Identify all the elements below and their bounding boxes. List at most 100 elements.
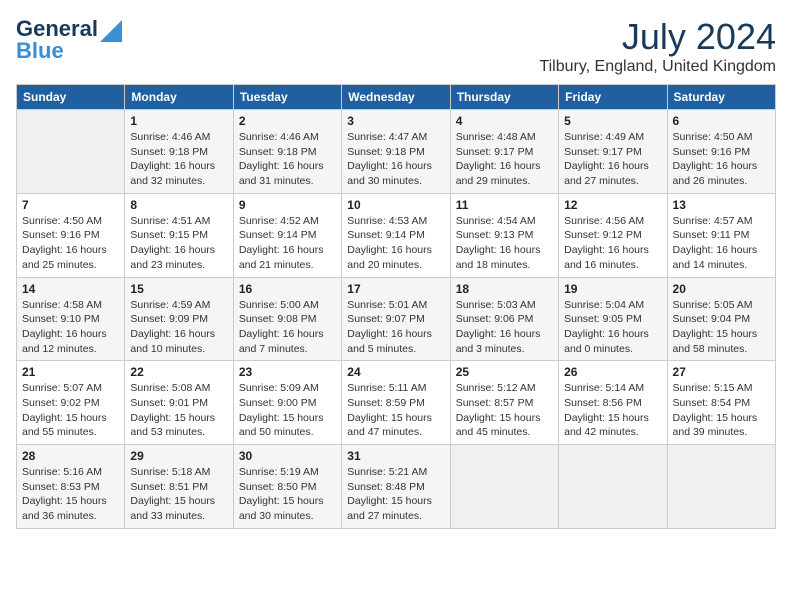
calendar-cell: 8 Sunrise: 4:51 AM Sunset: 9:15 PM Daylig…: [125, 193, 233, 277]
day-number: 25: [456, 365, 553, 379]
day-number: 17: [347, 282, 444, 296]
calendar-cell: 22 Sunrise: 5:08 AM Sunset: 9:01 PM Dayli…: [125, 361, 233, 445]
day-number: 1: [130, 114, 227, 128]
calendar-cell: 23 Sunrise: 5:09 AM Sunset: 9:00 PM Dayli…: [233, 361, 341, 445]
calendar-cell: [559, 445, 667, 529]
day-info: Sunrise: 5:07 AM Sunset: 9:02 PM Dayligh…: [22, 381, 119, 440]
day-number: 16: [239, 282, 336, 296]
calendar-cell: 11 Sunrise: 4:54 AM Sunset: 9:13 PM Dayli…: [450, 193, 558, 277]
calendar-table: SundayMondayTuesdayWednesdayThursdayFrid…: [16, 84, 776, 529]
day-info: Sunrise: 5:03 AM Sunset: 9:06 PM Dayligh…: [456, 298, 553, 357]
calendar-cell: [667, 445, 775, 529]
day-number: 30: [239, 449, 336, 463]
day-info: Sunrise: 5:08 AM Sunset: 9:01 PM Dayligh…: [130, 381, 227, 440]
day-info: Sunrise: 5:04 AM Sunset: 9:05 PM Dayligh…: [564, 298, 661, 357]
day-number: 13: [673, 198, 770, 212]
day-info: Sunrise: 4:52 AM Sunset: 9:14 PM Dayligh…: [239, 214, 336, 273]
day-number: 27: [673, 365, 770, 379]
header-day-wednesday: Wednesday: [342, 85, 450, 110]
calendar-cell: 29 Sunrise: 5:18 AM Sunset: 8:51 PM Dayli…: [125, 445, 233, 529]
day-info: Sunrise: 5:18 AM Sunset: 8:51 PM Dayligh…: [130, 465, 227, 524]
calendar-cell: 13Sunrise: 4:57 AM Sunset: 9:11 PM Dayli…: [667, 193, 775, 277]
day-number: 5: [564, 114, 661, 128]
day-info: Sunrise: 4:54 AM Sunset: 9:13 PM Dayligh…: [456, 214, 553, 273]
day-info: Sunrise: 5:21 AM Sunset: 8:48 PM Dayligh…: [347, 465, 444, 524]
day-number: 20: [673, 282, 770, 296]
day-number: 15: [130, 282, 227, 296]
day-info: Sunrise: 5:16 AM Sunset: 8:53 PM Dayligh…: [22, 465, 119, 524]
day-info: Sunrise: 5:11 AM Sunset: 8:59 PM Dayligh…: [347, 381, 444, 440]
logo-blue: Blue: [16, 38, 64, 64]
day-number: 12: [564, 198, 661, 212]
day-number: 14: [22, 282, 119, 296]
calendar-cell: 19 Sunrise: 5:04 AM Sunset: 9:05 PM Dayli…: [559, 277, 667, 361]
page-header: General Blue July 2024 Tilbury, England,…: [16, 16, 776, 76]
calendar-cell: 7Sunrise: 4:50 AM Sunset: 9:16 PM Daylig…: [17, 193, 125, 277]
day-info: Sunrise: 5:12 AM Sunset: 8:57 PM Dayligh…: [456, 381, 553, 440]
calendar-cell: 12 Sunrise: 4:56 AM Sunset: 9:12 PM Dayli…: [559, 193, 667, 277]
week-row-1: 1 Sunrise: 4:46 AM Sunset: 9:18 PM Daylig…: [17, 110, 776, 194]
day-number: 28: [22, 449, 119, 463]
day-info: Sunrise: 4:47 AM Sunset: 9:18 PM Dayligh…: [347, 130, 444, 189]
title-section: July 2024 Tilbury, England, United Kingd…: [539, 16, 776, 76]
week-row-4: 21 Sunrise: 5:07 AM Sunset: 9:02 PM Dayli…: [17, 361, 776, 445]
location-subtitle: Tilbury, England, United Kingdom: [539, 58, 776, 76]
logo: General Blue: [16, 16, 122, 64]
calendar-cell: 5 Sunrise: 4:49 AM Sunset: 9:17 PM Daylig…: [559, 110, 667, 194]
day-info: Sunrise: 5:09 AM Sunset: 9:00 PM Dayligh…: [239, 381, 336, 440]
header-row: SundayMondayTuesdayWednesdayThursdayFrid…: [17, 85, 776, 110]
day-number: 3: [347, 114, 444, 128]
day-number: 26: [564, 365, 661, 379]
day-number: 29: [130, 449, 227, 463]
day-number: 19: [564, 282, 661, 296]
calendar-cell: 28 Sunrise: 5:16 AM Sunset: 8:53 PM Dayli…: [17, 445, 125, 529]
header-day-sunday: Sunday: [17, 85, 125, 110]
calendar-cell: 26 Sunrise: 5:14 AM Sunset: 8:56 PM Dayli…: [559, 361, 667, 445]
day-info: Sunrise: 4:56 AM Sunset: 9:12 PM Dayligh…: [564, 214, 661, 273]
day-number: 21: [22, 365, 119, 379]
calendar-cell: 31Sunrise: 5:21 AM Sunset: 8:48 PM Dayli…: [342, 445, 450, 529]
calendar-cell: 9Sunrise: 4:52 AM Sunset: 9:14 PM Daylig…: [233, 193, 341, 277]
header-day-tuesday: Tuesday: [233, 85, 341, 110]
day-info: Sunrise: 4:50 AM Sunset: 9:16 PM Dayligh…: [22, 214, 119, 273]
calendar-cell: 25 Sunrise: 5:12 AM Sunset: 8:57 PM Dayli…: [450, 361, 558, 445]
day-info: Sunrise: 5:05 AM Sunset: 9:04 PM Dayligh…: [673, 298, 770, 357]
day-info: Sunrise: 4:46 AM Sunset: 9:18 PM Dayligh…: [130, 130, 227, 189]
day-number: 8: [130, 198, 227, 212]
day-info: Sunrise: 4:49 AM Sunset: 9:17 PM Dayligh…: [564, 130, 661, 189]
calendar-cell: 10 Sunrise: 4:53 AM Sunset: 9:14 PM Dayli…: [342, 193, 450, 277]
day-number: 24: [347, 365, 444, 379]
day-info: Sunrise: 5:00 AM Sunset: 9:08 PM Dayligh…: [239, 298, 336, 357]
header-day-monday: Monday: [125, 85, 233, 110]
day-info: Sunrise: 5:19 AM Sunset: 8:50 PM Dayligh…: [239, 465, 336, 524]
calendar-cell: 24 Sunrise: 5:11 AM Sunset: 8:59 PM Dayli…: [342, 361, 450, 445]
calendar-cell: 18 Sunrise: 5:03 AM Sunset: 9:06 PM Dayli…: [450, 277, 558, 361]
day-number: 22: [130, 365, 227, 379]
day-info: Sunrise: 5:14 AM Sunset: 8:56 PM Dayligh…: [564, 381, 661, 440]
calendar-cell: 2 Sunrise: 4:46 AM Sunset: 9:18 PM Daylig…: [233, 110, 341, 194]
header-day-thursday: Thursday: [450, 85, 558, 110]
day-number: 6: [673, 114, 770, 128]
calendar-cell: 6 Sunrise: 4:50 AM Sunset: 9:16 PM Daylig…: [667, 110, 775, 194]
day-info: Sunrise: 4:46 AM Sunset: 9:18 PM Dayligh…: [239, 130, 336, 189]
day-number: 18: [456, 282, 553, 296]
day-number: 10: [347, 198, 444, 212]
calendar-cell: 4Sunrise: 4:48 AM Sunset: 9:17 PM Daylig…: [450, 110, 558, 194]
calendar-cell: 14Sunrise: 4:58 AM Sunset: 9:10 PM Dayli…: [17, 277, 125, 361]
day-info: Sunrise: 4:50 AM Sunset: 9:16 PM Dayligh…: [673, 130, 770, 189]
logo-icon: [100, 20, 122, 42]
day-number: 23: [239, 365, 336, 379]
day-info: Sunrise: 4:53 AM Sunset: 9:14 PM Dayligh…: [347, 214, 444, 273]
calendar-cell: 15 Sunrise: 4:59 AM Sunset: 9:09 PM Dayli…: [125, 277, 233, 361]
month-year-title: July 2024: [539, 16, 776, 58]
header-day-friday: Friday: [559, 85, 667, 110]
day-number: 11: [456, 198, 553, 212]
day-number: 2: [239, 114, 336, 128]
calendar-cell: [17, 110, 125, 194]
calendar-cell: 17Sunrise: 5:01 AM Sunset: 9:07 PM Dayli…: [342, 277, 450, 361]
day-info: Sunrise: 4:59 AM Sunset: 9:09 PM Dayligh…: [130, 298, 227, 357]
calendar-cell: 3 Sunrise: 4:47 AM Sunset: 9:18 PM Daylig…: [342, 110, 450, 194]
header-day-saturday: Saturday: [667, 85, 775, 110]
calendar-cell: 27Sunrise: 5:15 AM Sunset: 8:54 PM Dayli…: [667, 361, 775, 445]
day-info: Sunrise: 4:51 AM Sunset: 9:15 PM Dayligh…: [130, 214, 227, 273]
